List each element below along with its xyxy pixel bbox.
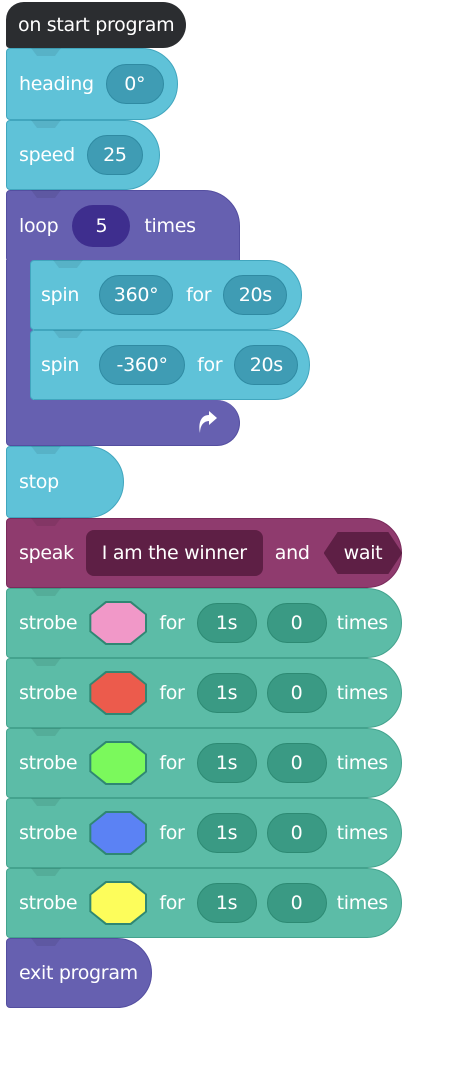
start-label: on start program xyxy=(18,14,175,36)
block-notch xyxy=(31,190,61,198)
strobe-times-label: times xyxy=(336,612,389,634)
on-start-program-block[interactable]: on start program xyxy=(6,2,186,48)
color-picker[interactable] xyxy=(89,601,148,645)
strobe-label: strobe xyxy=(19,892,78,914)
spin-label: spin xyxy=(41,284,80,306)
loop-footer[interactable] xyxy=(6,400,240,446)
block-notch xyxy=(31,798,61,806)
stop-block[interactable]: stop xyxy=(6,446,124,518)
strobe-times-label: times xyxy=(336,752,389,774)
speak-wait-toggle[interactable]: wait xyxy=(324,532,403,574)
spin-for-label: for xyxy=(197,354,223,376)
strobe-duration-input[interactable]: 1s xyxy=(196,743,257,783)
spin-block-1[interactable]: spin 360° for 20s xyxy=(30,260,302,330)
strobe-for-label: for xyxy=(159,822,185,844)
color-swatch xyxy=(91,883,146,923)
strobe-count-input[interactable]: 0 xyxy=(266,743,327,783)
strobe-duration-input[interactable]: 1s xyxy=(196,673,257,713)
color-swatch xyxy=(91,603,146,643)
loop-label: loop xyxy=(19,215,59,237)
spin-angle-input[interactable]: -360° xyxy=(99,345,186,385)
block-notch xyxy=(31,588,61,596)
strobe-count-input[interactable]: 0 xyxy=(266,603,327,643)
block-notch xyxy=(31,868,61,876)
color-picker[interactable] xyxy=(89,881,148,925)
stop-label: stop xyxy=(19,471,59,493)
block-notch xyxy=(53,330,83,338)
strobe-label: strobe xyxy=(19,822,78,844)
speed-label: speed xyxy=(19,144,75,166)
strobe-block-4[interactable]: strobe for 1s 0 times xyxy=(6,798,402,868)
block-notch xyxy=(31,728,61,736)
spin-angle-input[interactable]: 360° xyxy=(99,275,174,315)
speed-value-input[interactable]: 25 xyxy=(86,135,143,175)
block-notch xyxy=(31,446,61,454)
loop-count-input[interactable]: 5 xyxy=(72,205,131,247)
spin-duration-input[interactable]: 20s xyxy=(223,275,288,315)
strobe-count-input[interactable]: 0 xyxy=(266,813,327,853)
spin-label: spin xyxy=(41,354,80,376)
spin-for-label: for xyxy=(186,284,212,306)
heading-label: heading xyxy=(19,73,94,95)
block-notch xyxy=(53,260,83,268)
strobe-count-input[interactable]: 0 xyxy=(266,883,327,923)
spin-block-2[interactable]: spin -360° for 20s xyxy=(30,330,310,400)
speak-label: speak xyxy=(19,542,74,564)
loop-times-label: times xyxy=(144,215,196,237)
speed-block[interactable]: speed 25 xyxy=(6,120,160,190)
exit-program-block[interactable]: exit program xyxy=(6,938,152,1008)
exit-label: exit program xyxy=(19,962,138,984)
strobe-times-label: times xyxy=(336,822,389,844)
strobe-block-2[interactable]: strobe for 1s 0 times xyxy=(6,658,402,728)
strobe-times-label: times xyxy=(336,892,389,914)
strobe-duration-input[interactable]: 1s xyxy=(196,883,257,923)
color-swatch xyxy=(91,813,146,853)
color-picker[interactable] xyxy=(89,811,148,855)
heading-block[interactable]: heading 0° xyxy=(6,48,178,120)
strobe-duration-input[interactable]: 1s xyxy=(196,603,257,643)
strobe-block-3[interactable]: strobe for 1s 0 times xyxy=(6,728,402,798)
strobe-for-label: for xyxy=(159,682,185,704)
spin-duration-input[interactable]: 20s xyxy=(234,345,299,385)
strobe-times-label: times xyxy=(336,682,389,704)
color-swatch xyxy=(91,673,146,713)
color-swatch xyxy=(91,743,146,783)
strobe-for-label: for xyxy=(159,892,185,914)
block-notch xyxy=(31,658,61,666)
heading-value-input[interactable]: 0° xyxy=(105,64,164,104)
speak-text-input[interactable]: I am the winner xyxy=(85,530,263,576)
strobe-for-label: for xyxy=(159,752,185,774)
strobe-label: strobe xyxy=(19,682,78,704)
block-notch xyxy=(31,518,61,526)
block-notch xyxy=(31,120,61,128)
loop-block[interactable]: loop 5 times xyxy=(6,190,240,262)
speak-block[interactable]: speak I am the winner and wait xyxy=(6,518,402,588)
block-notch xyxy=(31,938,61,946)
loop-return-arrow-icon xyxy=(199,410,217,433)
strobe-duration-input[interactable]: 1s xyxy=(196,813,257,853)
strobe-label: strobe xyxy=(19,752,78,774)
strobe-count-input[interactable]: 0 xyxy=(266,673,327,713)
strobe-label: strobe xyxy=(19,612,78,634)
strobe-block-5[interactable]: strobe for 1s 0 times xyxy=(6,868,402,938)
strobe-for-label: for xyxy=(159,612,185,634)
block-notch xyxy=(31,48,61,56)
strobe-block-1[interactable]: strobe for 1s 0 times xyxy=(6,588,402,658)
speak-and-label: and xyxy=(274,542,310,564)
loop-body-arm xyxy=(6,260,33,404)
color-picker[interactable] xyxy=(89,671,148,715)
color-picker[interactable] xyxy=(89,741,148,785)
